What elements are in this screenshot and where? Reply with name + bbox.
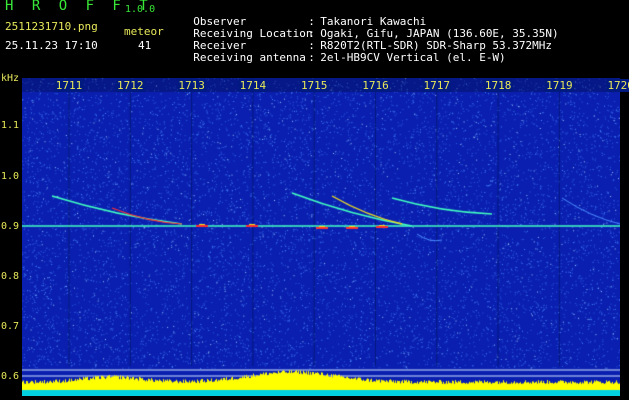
x-tick-label: 1711 — [54, 79, 84, 92]
y-tick-label: 1.0 — [1, 171, 20, 182]
spectrogram-canvas — [22, 78, 620, 396]
info-colon: : — [308, 51, 315, 64]
x-tick-label: 1717 — [422, 79, 452, 92]
y-tick-label: 0.7 — [1, 321, 20, 332]
y-tick-label: 0.8 — [1, 271, 20, 282]
info-antenna: Receiving antenna:2el-HB9CV Vertical (el… — [180, 40, 506, 64]
y-tick-label: 1.1 — [1, 120, 20, 131]
x-tick-label: 1713 — [177, 79, 206, 92]
meteor-label: meteor — [124, 25, 164, 38]
meteor-count: 41 — [138, 39, 152, 52]
info-key: Receiving antenna — [193, 51, 306, 64]
x-tick-label: 1714 — [238, 79, 268, 92]
app-version: 1.0.0 — [125, 4, 156, 15]
y-axis-unit: kHz — [1, 73, 20, 84]
x-tick-label: 1719 — [545, 79, 574, 92]
info-value: 2el-HB9CV Vertical (el. E-W) — [320, 51, 506, 64]
y-tick-label: 0.9 — [1, 221, 20, 232]
x-tick-label: 1712 — [116, 79, 145, 92]
x-tick-label: 1715 — [299, 79, 329, 92]
x-tick-label: 1718 — [483, 79, 513, 92]
x-tick-label: 1716 — [361, 79, 390, 92]
file-name: 2511231710.png — [5, 20, 98, 33]
x-tick-label: 1720 — [606, 79, 629, 92]
date-time: 25.11.23 17:10 — [5, 39, 98, 52]
y-tick-label: 0.6 — [1, 371, 20, 382]
